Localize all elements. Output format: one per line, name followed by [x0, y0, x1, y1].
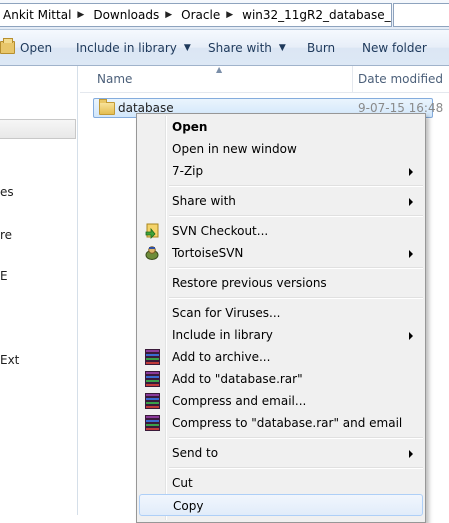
winrar-icon: [145, 371, 160, 387]
menu-item-svn-checkout[interactable]: SVN Checkout...: [139, 220, 423, 242]
menu-item-tortoisesvn[interactable]: TortoiseSVN: [139, 242, 423, 264]
menu-item-label: Include in library: [172, 328, 273, 342]
breadcrumb-chevron-icon[interactable]: ▶: [71, 10, 90, 20]
menu-item-label: Cut: [172, 476, 193, 490]
breadcrumb-downloads[interactable]: Downloads: [90, 8, 159, 22]
menu-item-share-with[interactable]: Share with: [139, 190, 423, 212]
breadcrumb[interactable]: Ankit Mittal ▶ Downloads ▶ Oracle ▶ win3…: [0, 3, 392, 27]
menu-item-label: Add to archive...: [172, 350, 271, 364]
menu-item-label: Copy: [173, 499, 204, 513]
menu-item-send-to[interactable]: Send to: [139, 442, 423, 464]
nav-item[interactable]: Ext: [0, 353, 19, 367]
folder-icon: [99, 99, 115, 115]
menu-item-add-to-archive[interactable]: Add to archive...: [139, 346, 423, 368]
menu-separator: [169, 267, 423, 269]
menu-separator: [169, 185, 423, 187]
menu-item-open[interactable]: Open: [139, 116, 423, 138]
winrar-icon: [145, 349, 160, 365]
menu-item-label: SVN Checkout...: [172, 224, 269, 238]
menu-item-label: Share with: [172, 194, 236, 208]
breadcrumb-oracle[interactable]: Oracle: [178, 8, 220, 22]
winrar-icon: [145, 415, 160, 431]
breadcrumb-user[interactable]: Ankit Mittal: [0, 8, 71, 22]
winrar-icon: [145, 393, 160, 409]
menu-item-open-new-window[interactable]: Open in new window: [139, 138, 423, 160]
nav-item[interactable]: es: [0, 185, 14, 199]
menu-item-copy[interactable]: Copy: [139, 494, 423, 516]
menu-item-label: Compress to "database.rar" and email: [172, 416, 403, 430]
include-in-library-button[interactable]: Include in library ▼: [76, 30, 191, 65]
new-folder-label: New folder: [362, 40, 427, 55]
dropdown-arrow-icon: ▼: [183, 42, 191, 53]
open-button[interactable]: Open: [0, 30, 52, 65]
submenu-arrow-icon: [409, 450, 413, 458]
menu-item-label: Compress and email...: [172, 394, 307, 408]
menu-item-compress-and-email[interactable]: Compress and email...: [139, 390, 423, 412]
address-bar: Ankit Mittal ▶ Downloads ▶ Oracle ▶ win3…: [0, 0, 449, 30]
navigation-pane[interactable]: es re E Ext: [0, 66, 78, 515]
share-with-label: Share with: [208, 40, 272, 55]
breadcrumb-chevron-icon[interactable]: ▶: [220, 10, 239, 20]
menu-item-scan-viruses[interactable]: Scan for Viruses...: [139, 302, 423, 324]
svn-checkout-icon: [145, 223, 159, 239]
burn-label: Burn: [307, 40, 336, 55]
menu-item-label: Scan for Viruses...: [172, 306, 281, 320]
dropdown-arrow-icon: ▼: [278, 42, 286, 53]
open-label: Open: [20, 40, 53, 55]
menu-separator: [169, 297, 423, 299]
menu-item-restore-previous[interactable]: Restore previous versions: [139, 272, 423, 294]
column-header-row: ▲ Name Date modified: [80, 65, 449, 93]
include-in-library-label: Include in library: [76, 40, 177, 55]
breadcrumb-current-folder[interactable]: win32_11gR2_database_2of2: [239, 8, 391, 22]
submenu-arrow-icon: [409, 168, 413, 176]
menu-item-label: Open: [172, 120, 208, 134]
context-menu: Open Open in new window 7-Zip Share with…: [136, 113, 426, 523]
nav-item[interactable]: E: [0, 269, 8, 283]
column-divider[interactable]: [352, 66, 353, 92]
menu-separator: [169, 437, 423, 439]
sort-arrow-icon: ▲: [216, 65, 223, 74]
menu-item-compress-to-rar-email[interactable]: Compress to "database.rar" and email: [139, 412, 423, 434]
submenu-arrow-icon: [409, 198, 413, 206]
menu-item-label: Add to "database.rar": [172, 372, 303, 386]
submenu-arrow-icon: [409, 332, 413, 340]
command-toolbar: Open Include in library ▼ Share with ▼ B…: [0, 30, 449, 66]
search-box[interactable]: [393, 3, 449, 27]
breadcrumb-chevron-icon[interactable]: ▶: [159, 10, 178, 20]
column-header-date[interactable]: Date modified: [358, 72, 443, 86]
menu-item-label: TortoiseSVN: [172, 246, 244, 260]
menu-item-label: Send to: [172, 446, 219, 460]
submenu-arrow-icon: [409, 250, 413, 258]
burn-button[interactable]: Burn: [307, 30, 335, 65]
column-header-name[interactable]: Name: [97, 72, 132, 86]
menu-item-label: Open in new window: [172, 142, 297, 156]
menu-separator: [169, 215, 423, 217]
nav-item[interactable]: re: [0, 228, 12, 242]
menu-item-label: 7-Zip: [172, 164, 204, 178]
folder-open-icon: [0, 38, 15, 54]
menu-item-cut[interactable]: Cut: [139, 472, 423, 494]
new-folder-button[interactable]: New folder: [362, 30, 427, 65]
menu-separator: [169, 467, 423, 469]
menu-item-7zip[interactable]: 7-Zip: [139, 160, 423, 182]
share-with-button[interactable]: Share with ▼: [208, 30, 286, 65]
menu-item-label: Restore previous versions: [172, 276, 327, 290]
menu-item-include-in-library[interactable]: Include in library: [139, 324, 423, 346]
menu-item-add-to-database-rar[interactable]: Add to "database.rar": [139, 368, 423, 390]
nav-selected-item[interactable]: [0, 119, 76, 139]
tortoisesvn-icon: [145, 246, 159, 260]
